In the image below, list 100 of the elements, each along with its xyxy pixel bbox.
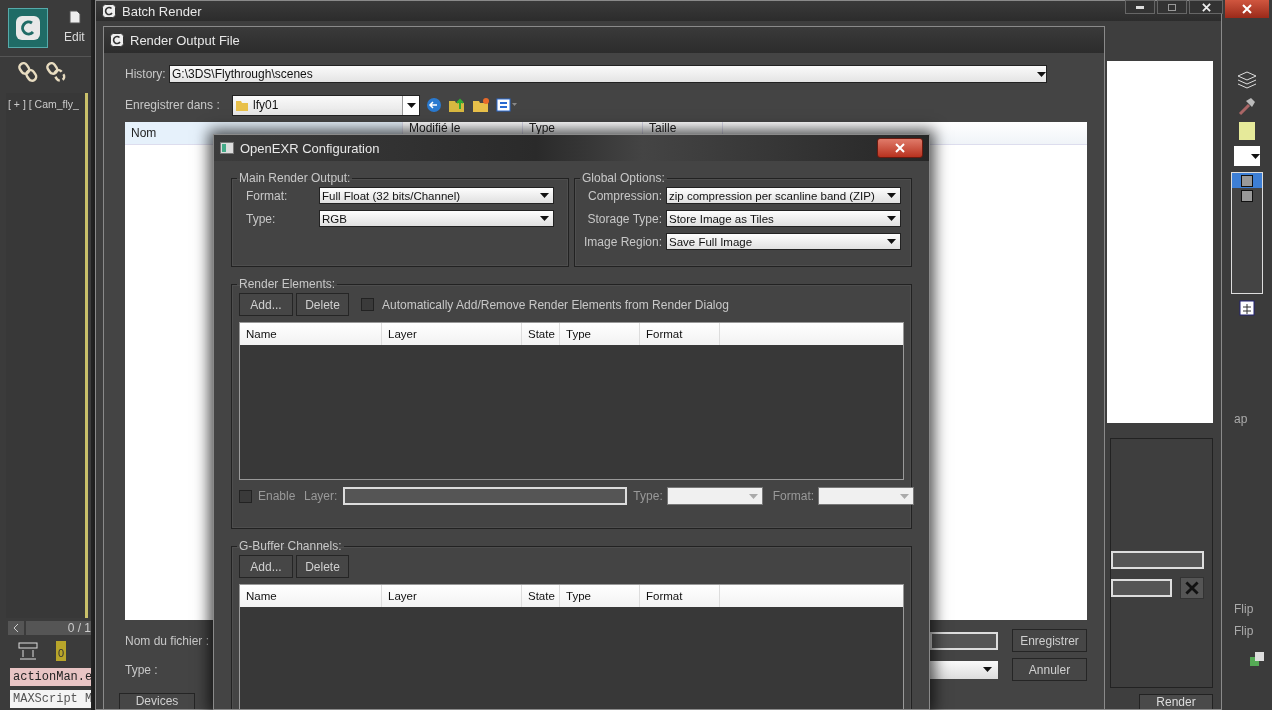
view-menu-icon[interactable] [496,98,518,112]
delete-button[interactable]: Delete [296,293,349,316]
clear-button[interactable] [1180,577,1204,599]
caret-icon [887,193,896,198]
group-label: Main Render Output: [238,171,352,185]
field-label: Nom du fichier : [125,633,210,648]
column-header[interactable]: Format [640,323,720,345]
viewport[interactable]: [ + ] [ Cam_fly_ [6,93,88,618]
close-button[interactable] [1189,0,1223,14]
caret-icon [540,193,549,198]
field-label: Format: [772,489,815,503]
swatch-icon [1241,174,1253,187]
checkbox-label[interactable]: Automatically Add/Remove Render Elements from Render Dialog [382,297,729,312]
dropdown[interactable]: zip compression per scanline band (ZIP) [666,187,901,204]
add-button[interactable]: Add... [239,293,293,316]
close-button[interactable] [877,138,923,158]
column-header[interactable]: Layer [382,323,522,345]
render-button[interactable]: Render [1139,694,1213,709]
field-label: Enregistrer dans : [125,98,221,112]
link-icon[interactable] [18,61,38,83]
folder-up-icon[interactable] [448,97,466,113]
caret-icon [406,102,416,108]
dropdown[interactable]: Save Full Image [666,233,901,250]
menu-item[interactable]: Edit [56,30,85,44]
app-logo-icon [110,33,124,47]
script-field[interactable]: MAXScript M [10,690,91,708]
field-label: Type : [125,662,158,677]
table-icon[interactable] [1239,300,1255,316]
folder-name: lfy01 [253,98,279,112]
timeline-icon[interactable] [18,641,38,661]
previous-button[interactable] [8,621,24,635]
group-label: G-Buffer Channels: [238,539,343,553]
app-menu-button[interactable] [8,8,48,48]
checkbox[interactable] [239,489,252,503]
back-icon[interactable] [426,97,442,113]
delete-button[interactable]: Delete [296,555,349,578]
folder-icon [235,98,249,112]
new-folder-icon[interactable] [472,97,490,113]
column-header[interactable]: Layer [382,585,522,607]
type-dropdown[interactable] [930,660,998,679]
caret-icon [887,239,896,244]
column-header[interactable]: State [522,323,560,345]
field-label: Compression: [586,188,662,203]
add-button[interactable]: Add... [239,555,293,578]
file-name-field[interactable] [930,631,998,650]
caret-icon [540,216,549,221]
column-header[interactable]: Format [640,585,720,607]
group-label: Global Options: [581,171,666,185]
field-label: Type: [633,489,663,503]
caret-icon [887,216,896,221]
column-header[interactable]: State [522,585,560,607]
history-dropdown[interactable]: G:\3DS\Flythrough\scenes [169,65,1047,83]
minimize-button[interactable] [1125,0,1155,14]
cancel-button[interactable]: Annuler [1012,658,1087,681]
checkbox[interactable] [361,298,374,311]
close-icon [895,143,905,153]
devices-button[interactable]: Devices [119,693,195,709]
time-marker[interactable]: 0 [56,641,67,661]
dropdown[interactable] [1234,146,1260,166]
cross-icon [1185,581,1199,595]
group-label: Render Elements: [238,277,337,291]
column-header[interactable]: Type [560,323,640,345]
maximize-icon [1168,3,1176,11]
field-label: History: [125,67,165,81]
file-icon[interactable] [68,10,82,24]
hammer-icon[interactable] [1237,96,1257,116]
maximize-button[interactable] [1157,0,1187,14]
folder-dropdown[interactable]: lfy01 [232,94,420,116]
window-title: Batch Render [122,3,202,19]
caret-icon [748,493,758,499]
format-dropdown[interactable] [818,487,915,505]
field-label: Layer: [304,489,338,503]
dropdown[interactable]: Full Float (32 bits/Channel) [319,187,554,204]
chevron-left-icon [13,624,19,632]
close-icon [1201,2,1211,12]
side-label: ap [1233,412,1248,426]
box-icon[interactable] [1248,650,1266,668]
column-header[interactable]: Name [240,323,382,345]
swatch-icon [1241,189,1253,202]
color-swatch-icon[interactable] [1239,122,1255,140]
caret-icon [983,667,992,672]
field-label: Type: [245,211,277,226]
column-header[interactable]: Name [240,585,382,607]
unlink-icon[interactable] [46,61,66,83]
caret-icon [1037,71,1046,77]
dropdown[interactable]: RGB [319,210,554,227]
dropdown[interactable]: Store Image as Tiles [666,210,901,227]
close-button[interactable] [1225,0,1269,18]
field-label: Format: [245,188,289,203]
viewport-label[interactable]: [ + ] [ Cam_fly_ [8,98,79,110]
layer-list[interactable] [1231,172,1263,294]
column-header[interactable]: Type [560,585,640,607]
caret-icon [900,493,910,499]
frame-counter[interactable]: 0 / 1 [26,621,91,635]
minimize-icon [1136,5,1144,9]
save-button[interactable]: Enregistrer [1012,629,1087,652]
field-label: Storage Type: [586,211,662,226]
side-label: Flip [1233,602,1254,616]
app-logo-icon [102,4,116,18]
script-field[interactable]: actionMan.e [10,668,91,686]
